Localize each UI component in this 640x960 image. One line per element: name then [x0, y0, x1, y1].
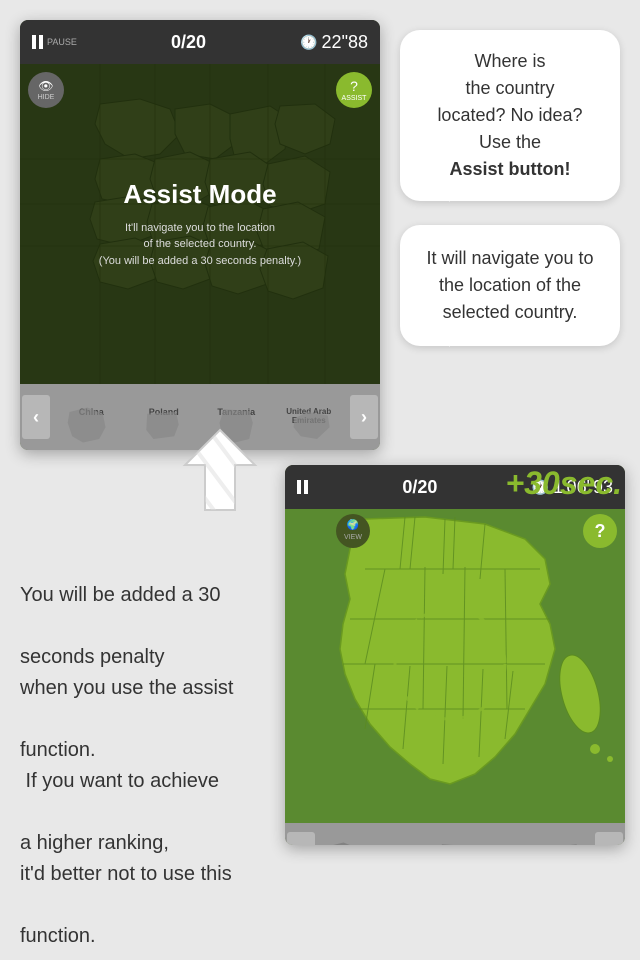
explanation-text: You will be added a 30 seconds penalty w…	[20, 584, 233, 947]
bottom-sil-china[interactable]	[315, 839, 371, 845]
bottom-sil-tanzania[interactable]	[427, 839, 483, 845]
score-display: 0/20	[171, 32, 206, 53]
assist-btn-label: ASSIST	[342, 95, 367, 102]
eye-icon: 👁	[38, 79, 53, 93]
timer-display: 🕐 22"88	[300, 32, 368, 53]
left-explanation-text: You will be added a 30 seconds penalty w…	[20, 580, 270, 952]
assist-icon: ?	[350, 78, 358, 94]
game-header: PAUSE 0/20 🕐 22"88	[20, 20, 380, 64]
svg-text:VIEW: VIEW	[344, 534, 362, 541]
assist-overlay: Assist Mode It'll navigate you to the lo…	[20, 64, 380, 384]
silhouette-china[interactable]	[50, 404, 125, 446]
bottom-sil-uae[interactable]	[483, 839, 539, 845]
bottom-map-area: 🌍 VIEW ?	[285, 509, 625, 823]
transition-arrow	[175, 425, 265, 515]
bottom-country-silhouettes	[285, 839, 625, 845]
bottom-score-display: 0/20	[402, 477, 437, 498]
penalty-badge: +30sec.	[505, 465, 622, 502]
timer-value: 22"88	[322, 32, 368, 53]
pause-icon	[32, 35, 43, 49]
svg-text:?: ?	[595, 521, 606, 541]
bottom-pause-icon	[297, 480, 308, 494]
assist-mode-desc: It'll navigate you to the locationof the…	[99, 220, 301, 270]
africa-map-svg: 🌍 VIEW ?	[285, 509, 625, 823]
pause-label: PAUSE	[47, 37, 77, 47]
bottom-sil-pe[interactable]	[539, 839, 595, 845]
hide-button[interactable]: 👁 HIDE	[28, 72, 64, 108]
top-game-screenshot: PAUSE 0/20 🕐 22"88	[20, 20, 380, 450]
bottom-next-arrow[interactable]: ›	[595, 832, 623, 845]
bottom-game-screenshot: 0/20 🕐 1'06"93	[285, 465, 625, 845]
map-area: Assist Mode It'll navigate you to the lo…	[20, 64, 380, 384]
silhouette-uae[interactable]	[275, 404, 350, 446]
clock-icon: 🕐	[300, 34, 317, 51]
bubble1-text: Where isthe countrylocated? No idea?Use …	[437, 51, 582, 179]
speech-bubble-2: It will navigate you to the location of …	[400, 225, 620, 346]
pause-button[interactable]: PAUSE	[32, 35, 77, 49]
bubble2-text: It will navigate you to the location of …	[426, 248, 593, 322]
bottom-sil-poland[interactable]	[371, 839, 427, 845]
svg-text:🌍: 🌍	[347, 518, 359, 531]
assist-button[interactable]: ? ASSIST	[336, 72, 372, 108]
bottom-country-strip: ‹ China Poland Tanzania United ArabEmira…	[285, 823, 625, 845]
assist-mode-title: Assist Mode	[123, 179, 276, 210]
bottom-pause-button[interactable]	[297, 480, 308, 494]
hide-label: HIDE	[38, 94, 55, 101]
speech-bubble-1: Where isthe countrylocated? No idea?Use …	[400, 30, 620, 201]
next-arrow[interactable]: ›	[350, 395, 378, 439]
